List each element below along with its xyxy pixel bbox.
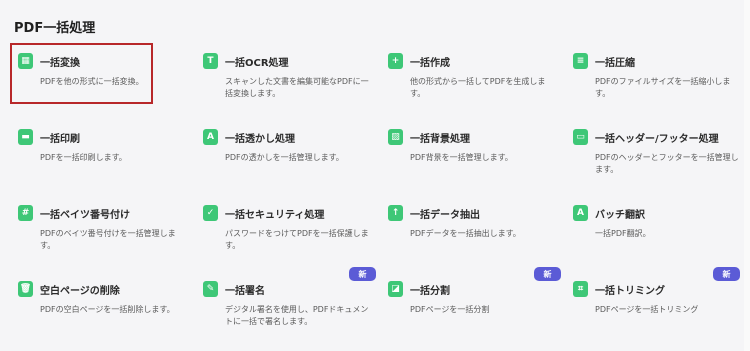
tool-card-header: ≡ 一括圧縮 [573,52,744,70]
tool-description: PDF背景を一括管理します。 [410,153,513,162]
tool-card-header-footer[interactable]: ▭ 一括ヘッダー/フッター処理 PDFのヘッダーとフッターを一括管理します。 [565,119,744,195]
tool-title: 一括透かし処理 [225,133,295,145]
tool-description: パスワードをつけてPDFを一括保護します。 [225,229,369,250]
tool-description: PDFを一括印刷します。 [40,153,127,162]
tool-title: 一括印刷 [40,133,80,145]
tool-card-header: ✓ 一括セキュリティ処理 [203,204,380,222]
tool-card-ocr[interactable]: T 一括OCR処理スキャンした文書を編集可能なPDFに一括変換します。 [195,43,380,119]
tool-title: 一括OCR処理 [225,57,289,69]
batch-process-panel: PDF一括処理 ▦ 一括変換 PDFを他の形式に一括変換。 T 一括OCR処理スキャンし… [0,0,744,351]
new-badge: 新 [534,267,561,281]
tool-card-header: # 一括ベイツ番号付け [18,204,195,222]
tool-title: 空白ページの削除 [40,285,120,297]
split-icon: ◪ [388,281,403,297]
tool-card-header: ▬ 一括印刷 [18,128,195,146]
tool-card-bates-number[interactable]: # 一括ベイツ番号付け PDFのベイツ番号付けを一括管理します。 [10,195,195,271]
bates-number-icon: # [18,205,33,221]
extract-icon: ↑ [388,205,403,221]
tool-title: 一括作成 [410,57,450,69]
tool-card-header: A 一括透かし処理 [203,128,380,146]
tool-card-header: ◪ 一括分割 [388,280,565,298]
grid-convert-icon: ▦ [18,53,33,69]
tool-description: PDFの空白ページを一括削除します。 [40,305,175,314]
background-icon: ▨ [388,129,403,145]
tool-description: PDFの透かしを一括管理します。 [225,153,344,162]
tool-card-header: + 一括作成 [388,52,565,70]
header-footer-icon: ▭ [573,129,588,145]
tool-card-split[interactable]: ◪ 一括分割 PDFページを一括分割 新 [380,267,565,349]
tool-card-header: ▨ 一括背景処理 [388,128,565,146]
tool-title: 一括背景処理 [410,133,470,145]
create-icon: + [388,53,403,69]
new-badge: 新 [349,267,376,281]
signature-icon: ✎ [203,281,218,297]
tool-description: スキャンした文書を編集可能なPDFに一括変換します。 [225,77,369,98]
tool-title: 一括分割 [410,285,450,297]
page-title: PDF一括処理 [14,21,96,36]
tool-card-trash[interactable]: 🗑 空白ページの削除 PDFの空白ページを一括削除します。 [10,271,195,349]
tool-title: 一括署名 [225,285,265,297]
crop-icon: ⌗ [573,281,588,297]
tool-title: 一括トリミング [595,285,665,297]
tool-card-shield[interactable]: ✓ 一括セキュリティ処理パスワードをつけてPDFを一括保護します。 [195,195,380,271]
tool-description: 他の形式から一括してPDFを生成します。 [410,77,546,98]
compress-icon: ≡ [573,53,588,69]
translate-icon: A [573,205,588,221]
tool-card-create[interactable]: + 一括作成他の形式から一括してPDFを生成します。 [380,43,565,119]
tool-card-header: ▦ 一括変換 [18,52,153,70]
watermark-icon: A [203,129,218,145]
tool-title: 一括変換 [40,57,80,69]
tool-card-header: ✎ 一括署名 [203,280,380,298]
ocr-icon: T [203,53,218,69]
tool-card-header: ▭ 一括ヘッダー/フッター処理 [573,128,744,146]
tool-description: 一括PDF翻訳。 [595,229,651,238]
tool-card-crop[interactable]: ⌗ 一括トリミング PDFページを一括トリミング 新 [565,267,744,349]
tool-card-background[interactable]: ▨ 一括背景処理 PDF背景を一括管理します。 [380,119,565,195]
tool-card-print[interactable]: ▬ 一括印刷 PDFを一括印刷します。 [10,119,195,195]
tool-title: 一括セキュリティ処理 [225,209,325,221]
tool-description: PDFのベイツ番号付けを一括管理します。 [40,229,176,250]
tool-card-grid-convert[interactable]: ▦ 一括変換 PDFを他の形式に一括変換。 [10,43,153,104]
tool-title: 一括データ抽出 [410,209,480,221]
tool-description: PDFデータを一括抽出します。 [410,229,521,238]
tool-grid: ▦ 一括変換 PDFを他の形式に一括変換。 T 一括OCR処理スキャンした文書を編集可能… [10,43,744,349]
tool-card-compress[interactable]: ≡ 一括圧縮 PDFのファイルサイズを一括縮小します。 [565,43,744,119]
tool-card-header: ↑ 一括データ抽出 [388,204,565,222]
print-icon: ▬ [18,129,33,145]
tool-card-header: ⌗ 一括トリミング [573,280,744,298]
tool-title: 一括ベイツ番号付け [40,209,130,221]
shield-icon: ✓ [203,205,218,221]
tool-card-watermark[interactable]: A 一括透かし処理 PDFの透かしを一括管理します。 [195,119,380,195]
tool-description: PDFを他の形式に一括変換。 [40,77,144,86]
tool-title: 一括ヘッダー/フッター処理 [595,133,719,145]
tool-description: PDFページを一括トリミング [595,305,699,314]
trash-icon: 🗑 [18,281,33,297]
scrollbar[interactable] [744,0,750,351]
new-badge: 新 [713,267,740,281]
tool-title: バッチ翻訳 [595,209,645,221]
tool-card-header: A バッチ翻訳 [573,204,744,222]
tool-card-signature[interactable]: ✎ 一括署名デジタル署名を使用し、PDFドキュメントに一括で署名します。 新 [195,267,380,349]
tool-description: PDFページを一括分割 [410,305,490,314]
tool-card-extract[interactable]: ↑ 一括データ抽出 PDFデータを一括抽出します。 [380,195,565,271]
tool-description: デジタル署名を使用し、PDFドキュメントに一括で署名します。 [225,305,369,326]
tool-card-header: T 一括OCR処理 [203,52,380,70]
tool-card-translate[interactable]: A バッチ翻訳一括PDF翻訳。 [565,195,744,271]
tool-description: PDFのヘッダーとフッターを一括管理します。 [595,153,739,174]
tool-title: 一括圧縮 [595,57,635,69]
tool-description: PDFのファイルサイズを一括縮小します。 [595,77,731,98]
tool-card-header: 🗑 空白ページの削除 [18,280,195,298]
